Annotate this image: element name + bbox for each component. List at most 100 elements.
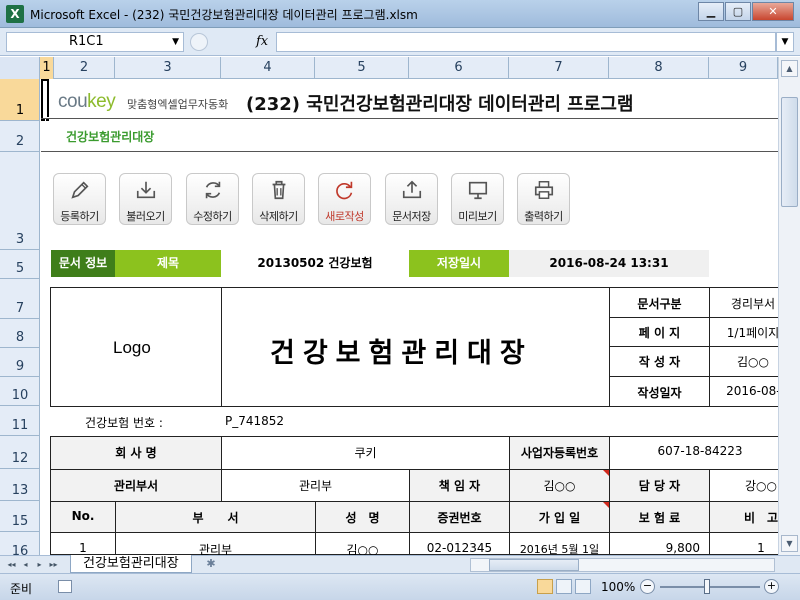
chevron-down-icon[interactable]: ▼ <box>172 33 179 51</box>
worksheet-grid[interactable]: coukey 맞춤형엑셀업무자동화 (232) 국민건강보험관리대장 데이터관리… <box>41 79 778 555</box>
column-header[interactable]: 9 <box>709 57 778 79</box>
column-header[interactable]: 3 <box>115 57 221 79</box>
saved-date-label: 저장일시 <box>409 250 509 277</box>
divider <box>41 151 778 152</box>
save-document-button[interactable]: 문서저장 <box>385 173 438 225</box>
row-header[interactable]: 5 <box>0 250 39 279</box>
author-value: 김○○ <box>737 355 769 369</box>
divider <box>709 501 710 555</box>
divider <box>609 317 778 318</box>
scroll-up-arrow-icon[interactable]: ▲ <box>781 60 798 77</box>
load-button[interactable]: 불러오기 <box>119 173 172 225</box>
insert-function-icon[interactable]: fx <box>256 34 268 49</box>
manager-label: 책 임 자 <box>438 479 481 493</box>
formula-bar-resize-handle[interactable] <box>190 33 208 51</box>
created-date-label: 작성일자 <box>637 386 682 400</box>
insert-sheet-icon[interactable]: ✱ <box>200 557 222 572</box>
row-header[interactable]: 2 <box>0 121 39 152</box>
edit-button-label: 수정하기 <box>193 210 232 223</box>
company-name-value: 쿠키 <box>354 446 377 460</box>
table-row-name: 김○○ <box>346 543 379 555</box>
name-box[interactable]: R1C1 ▼ <box>6 32 184 52</box>
minimize-button[interactable]: ▁ <box>698 2 724 21</box>
row-header[interactable]: 10 <box>0 377 39 406</box>
program-title: (232) 국민건강보험관리대장 데이터관리 프로그램 <box>246 94 634 115</box>
page-layout-view-button[interactable] <box>556 579 572 594</box>
table-row-no: 1 <box>79 541 87 555</box>
row-header[interactable]: 15 <box>0 501 39 532</box>
status-ready-text: 준비 <box>10 582 33 596</box>
maximize-button[interactable]: ▢ <box>725 2 751 21</box>
close-button[interactable]: ✕ <box>752 2 794 21</box>
horizontal-scrollbar[interactable] <box>470 558 775 572</box>
row-header[interactable]: 8 <box>0 319 39 348</box>
table-row-policy-no: 02-012345 <box>426 541 493 555</box>
redo-icon <box>336 181 353 200</box>
page-break-view-button[interactable] <box>575 579 591 594</box>
row-header[interactable]: 12 <box>0 436 39 469</box>
formula-input[interactable] <box>276 32 776 52</box>
doc-title-value[interactable]: 20130502 건강보험 <box>221 250 409 277</box>
last-sheet-icon[interactable]: ▸▸ <box>48 558 59 571</box>
status-bar: 준비 100% − + <box>0 573 800 600</box>
divider <box>221 287 222 407</box>
row-header[interactable]: 1 <box>0 79 39 121</box>
expand-formula-bar-button[interactable]: ▼ <box>776 32 794 52</box>
row-header[interactable]: 9 <box>0 348 39 377</box>
brand-tagline: 맞춤형엑셀업무자동화 <box>127 98 229 111</box>
column-header[interactable]: 6 <box>409 57 509 79</box>
select-all-corner[interactable] <box>0 57 40 79</box>
doc-title-label: 제목 <box>115 250 221 277</box>
prev-sheet-icon[interactable]: ◂ <box>20 558 31 571</box>
macro-record-icon[interactable] <box>58 580 72 593</box>
sheet-tab[interactable]: 건강보험관리대장 <box>70 555 192 573</box>
zoom-slider-thumb[interactable] <box>704 579 710 594</box>
column-header[interactable]: 4 <box>221 57 315 79</box>
row-header[interactable]: 3 <box>0 152 39 250</box>
section-subtitle: 건강보험관리대장 <box>66 130 155 144</box>
save-document-button-label: 문서저장 <box>392 210 431 223</box>
column-header[interactable]: 1 <box>40 57 54 79</box>
author-label: 작 성 자 <box>638 355 681 369</box>
divider <box>709 287 710 407</box>
horizontal-scroll-thumb[interactable] <box>489 559 579 571</box>
row-header[interactable]: 11 <box>0 406 39 436</box>
scroll-down-arrow-icon[interactable]: ▼ <box>781 535 798 552</box>
register-button[interactable]: 등록하기 <box>53 173 106 225</box>
next-sheet-icon[interactable]: ▸ <box>34 558 45 571</box>
column-header[interactable]: 5 <box>315 57 409 79</box>
column-header[interactable]: 7 <box>509 57 609 79</box>
zoom-in-button[interactable]: + <box>764 579 779 594</box>
formula-bar: R1C1 ▼ fx ▼ <box>0 28 800 56</box>
first-sheet-icon[interactable]: ◂◂ <box>6 558 17 571</box>
coukey-logo: coukey <box>58 91 116 112</box>
preview-button[interactable]: 미리보기 <box>451 173 504 225</box>
vertical-scroll-thumb[interactable] <box>781 97 798 207</box>
edit-button[interactable]: 수정하기 <box>186 173 239 225</box>
table-row-note: 1 <box>757 541 765 555</box>
zoom-slider-track[interactable] <box>660 586 760 588</box>
vertical-scrollbar[interactable]: ▲ ▼ <box>778 57 800 555</box>
print-button[interactable]: 출력하기 <box>517 173 570 225</box>
zoom-level[interactable]: 100% <box>601 580 635 594</box>
row-header[interactable]: 13 <box>0 469 39 501</box>
insurance-number-label: 건강보험 번호 : <box>85 416 163 430</box>
row-header[interactable]: 7 <box>0 279 39 319</box>
active-cell-selection[interactable] <box>41 79 49 121</box>
table-row-department: 관리부 <box>198 543 233 555</box>
row-header[interactable]: 16 <box>0 532 39 555</box>
delete-button[interactable]: 삭제하기 <box>252 173 305 225</box>
new-document-button[interactable]: 새로작성 <box>318 173 371 225</box>
table-row-premium: 9,800 <box>665 541 700 555</box>
printer-icon <box>534 181 554 199</box>
divider <box>609 346 778 347</box>
normal-view-button[interactable] <box>537 579 553 594</box>
column-header-bar: 1 2 3 4 5 6 7 8 9 <box>0 57 778 79</box>
column-header[interactable]: 8 <box>609 57 709 79</box>
saved-date-value: 2016-08-24 13:31 <box>509 250 709 277</box>
zoom-out-button[interactable]: − <box>640 579 655 594</box>
column-header[interactable]: 2 <box>54 57 115 79</box>
trash-icon <box>272 180 286 200</box>
comment-indicator[interactable] <box>603 502 609 508</box>
comment-indicator[interactable] <box>603 470 609 476</box>
